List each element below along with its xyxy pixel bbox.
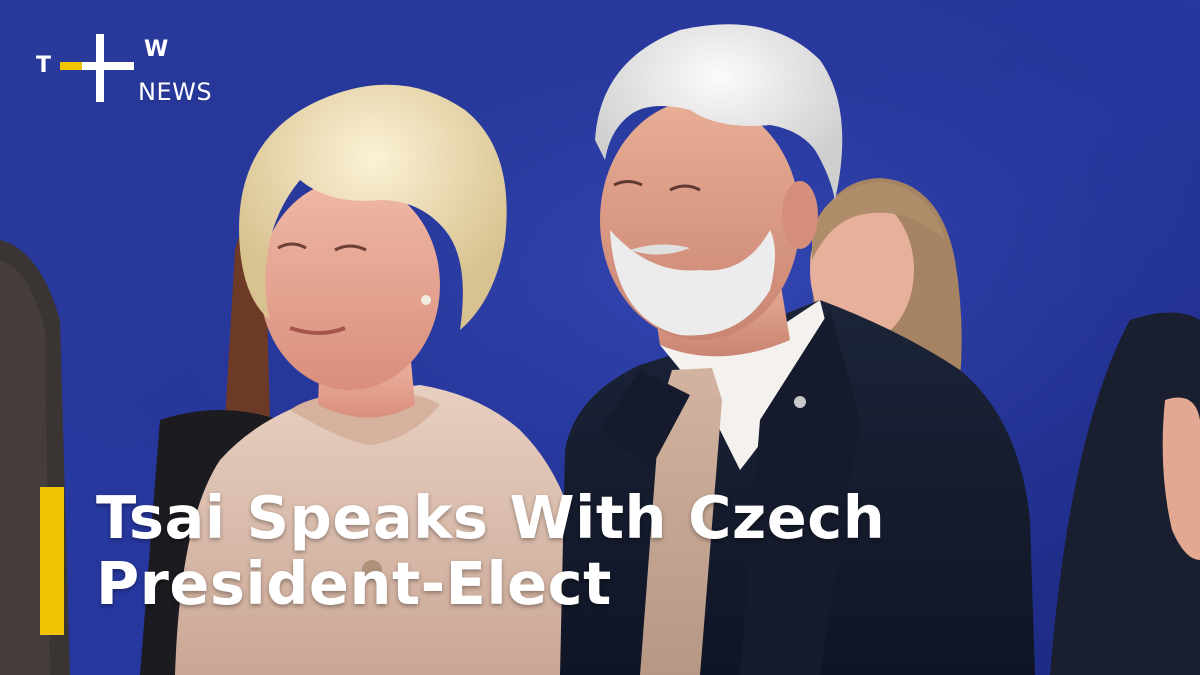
- logo-letter-t: T: [36, 53, 51, 78]
- headline-accent-bar: [40, 487, 64, 635]
- brand-logo: T W NEWS: [30, 28, 240, 118]
- logo-plus-vertical: [96, 34, 104, 102]
- headline-line-2: President-Elect: [96, 549, 612, 618]
- logo-yellow-dash: [60, 62, 82, 70]
- logo-news-label: NEWS: [138, 78, 213, 106]
- headline-line-1: Tsai Speaks With Czech: [96, 483, 886, 552]
- logo-plus-horizontal: [82, 62, 134, 70]
- headline-block: Tsai Speaks With Czech President-Elect: [40, 485, 1120, 635]
- logo-letter-w: W: [144, 37, 168, 62]
- headline-text: Tsai Speaks With Czech President-Elect: [96, 485, 1076, 617]
